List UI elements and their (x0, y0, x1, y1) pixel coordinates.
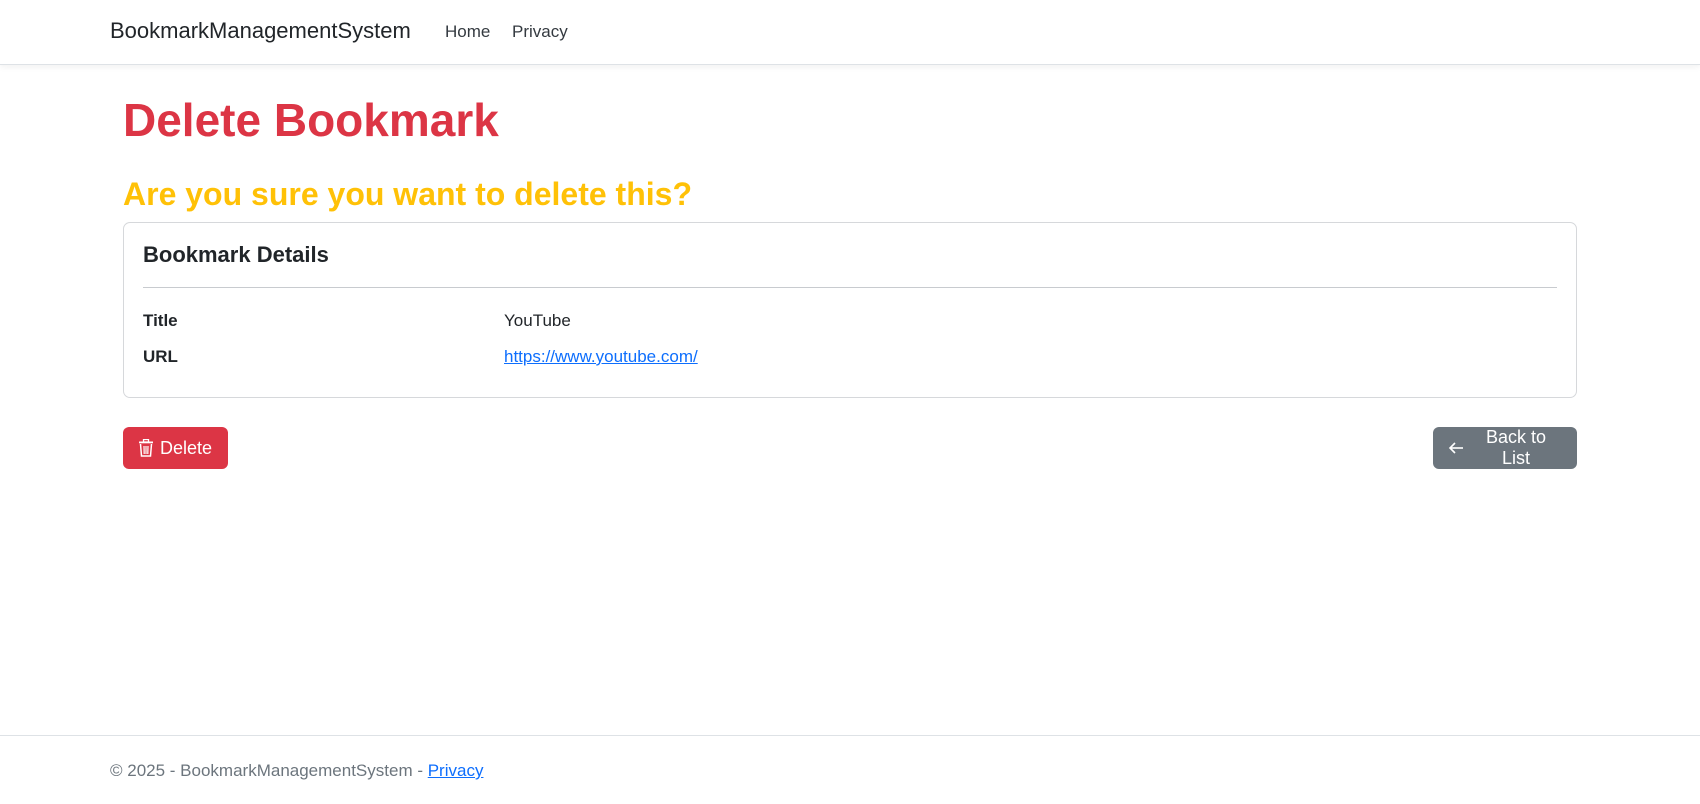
footer: © 2025 - BookmarkManagementSystem - Priv… (0, 735, 1700, 804)
title-label: Title (143, 311, 178, 330)
url-link[interactable]: https://www.youtube.com/ (504, 347, 698, 367)
back-button-label: Back to List (1485, 427, 1547, 468)
nav-link-privacy[interactable]: Privacy (512, 22, 568, 42)
card-title: Bookmark Details (143, 242, 329, 267)
delete-button-label: Delete (160, 437, 213, 458)
arrow-left-icon (1448, 442, 1463, 454)
nav-link-home[interactable]: Home (445, 22, 490, 42)
title-value: YouTube (504, 311, 571, 330)
footer-privacy-link[interactable]: Privacy (428, 761, 484, 780)
navbar: BookmarkManagementSystem Home Privacy (0, 0, 1700, 65)
confirm-message: Are you sure you want to delete this? (123, 176, 692, 212)
brand-link[interactable]: BookmarkManagementSystem (110, 18, 411, 44)
page-title: Delete Bookmark (123, 94, 499, 146)
copyright-text: © 2025 - BookmarkManagementSystem - (110, 761, 428, 780)
bookmark-details-card: Bookmark Details Title YouTube URL https… (123, 222, 1577, 398)
back-to-list-button[interactable]: Back to List (1433, 427, 1577, 469)
delete-button[interactable]: Delete (123, 427, 228, 469)
footer-text: © 2025 - BookmarkManagementSystem - Priv… (110, 761, 483, 781)
card-divider (143, 287, 1557, 288)
trash-icon (139, 439, 153, 457)
url-label: URL (143, 347, 178, 366)
